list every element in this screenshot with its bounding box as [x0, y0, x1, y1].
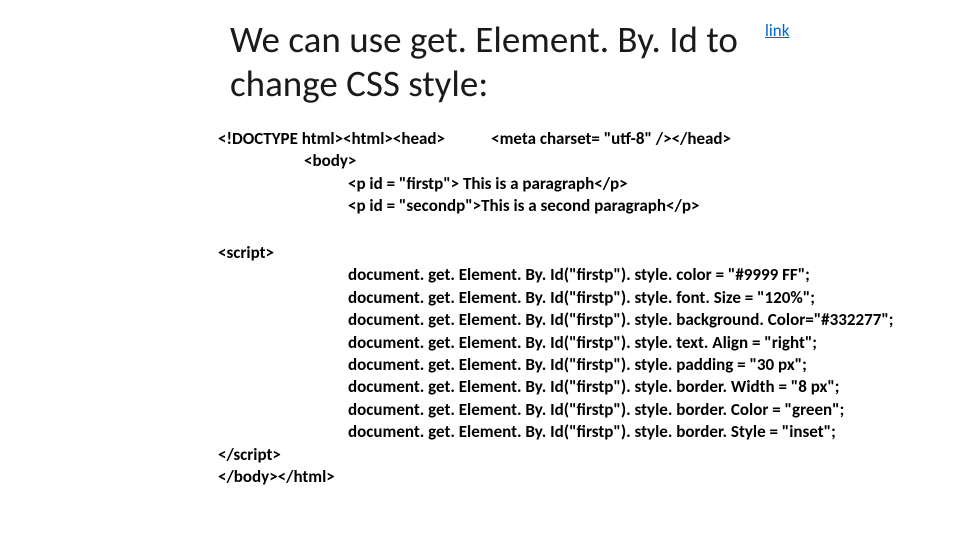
code-line: <body>	[218, 150, 938, 172]
slide-title-wrap: We can use get. Element. By. Id to chang…	[230, 18, 740, 105]
code-line: document. get. Element. By. Id("firstp")…	[218, 421, 938, 443]
code-line: document. get. Element. By. Id("firstp")…	[218, 309, 938, 331]
code-line: </body></html>	[218, 466, 938, 488]
link-anchor[interactable]: link	[765, 20, 789, 41]
slide-title: We can use get. Element. By. Id to chang…	[230, 18, 740, 105]
code-line: document. get. Element. By. Id("firstp")…	[218, 376, 938, 398]
code-line: document. get. Element. By. Id("firstp")…	[218, 287, 938, 309]
code-line: </script>	[218, 444, 938, 466]
code-example: <!DOCTYPE html><html><head> <meta charse…	[218, 128, 938, 489]
code-line: <script>	[218, 242, 938, 264]
code-line: <!DOCTYPE html><html><head> <meta charse…	[218, 128, 938, 150]
code-line: document. get. Element. By. Id("firstp")…	[218, 332, 938, 354]
code-line: <p id = "secondp">This is a second parag…	[218, 195, 938, 217]
code-line: document. get. Element. By. Id("firstp")…	[218, 354, 938, 376]
code-line: <p id = "firstp"> This is a paragraph</p…	[218, 173, 938, 195]
code-line: document. get. Element. By. Id("firstp")…	[218, 399, 938, 421]
code-line: document. get. Element. By. Id("firstp")…	[218, 264, 938, 286]
